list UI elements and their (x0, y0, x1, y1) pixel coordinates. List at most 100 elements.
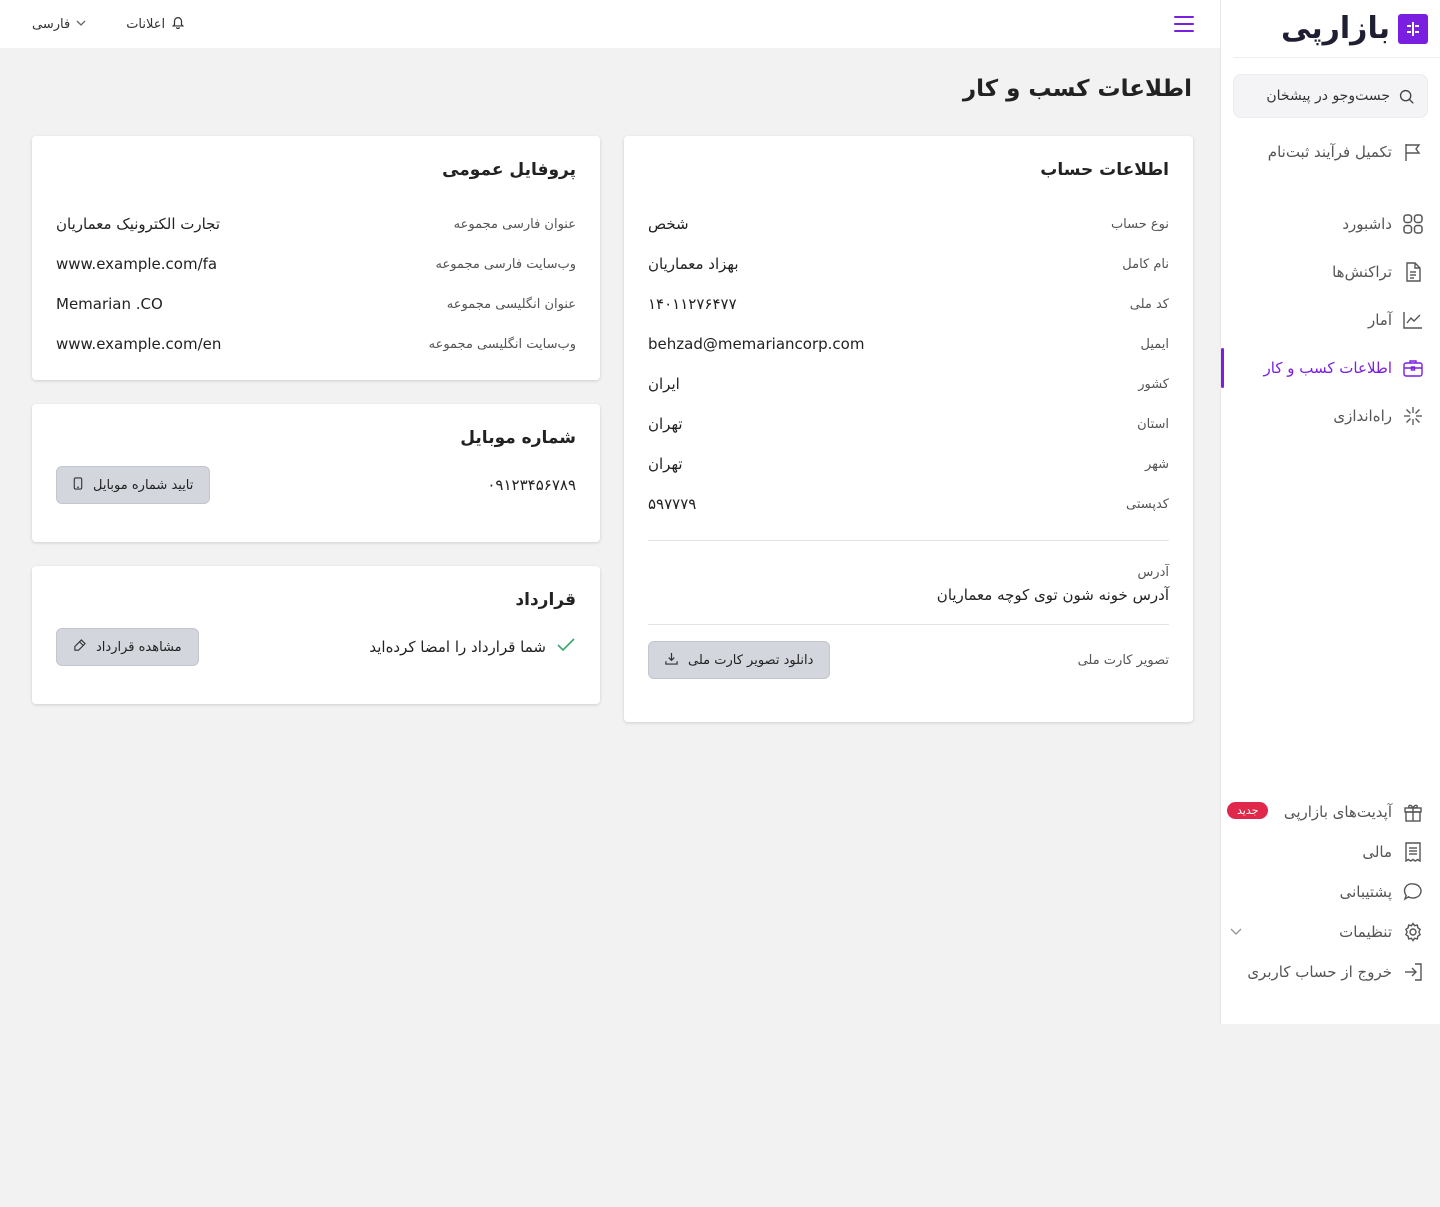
sidebar-item-transactions[interactable]: تراکنش‌ها (1221, 252, 1440, 292)
search-box[interactable] (1233, 74, 1428, 118)
sidebar-item-label: آمار (1367, 311, 1392, 329)
setup-icon (1402, 405, 1424, 427)
public-profile-card: پروفایل عمومی عنوان فارسی مجموعه تجارت ا… (32, 136, 600, 380)
logo[interactable]: بازارپی (1233, 0, 1440, 58)
verify-mobile-button[interactable]: تایید شماره موبایل (56, 466, 211, 504)
view-contract-label: مشاهده قرارداد (96, 639, 182, 655)
briefcase-icon (1402, 357, 1424, 379)
topbar-actions: اعلانات فارسی (32, 15, 185, 33)
info-row: عنوان فارسی مجموعه تجارت الکترونیک معمار… (56, 204, 576, 244)
sidebar-item-updates[interactable]: آپدیت‌های بازارپی جدید (1221, 792, 1440, 832)
language-label: فارسی (32, 16, 71, 32)
card-title: قرارداد (515, 590, 576, 610)
info-row: نوع حساب شخص (648, 204, 1169, 244)
row-value: behzad@memariancorp.com (648, 335, 865, 353)
card-title: پروفایل عمومی (442, 160, 576, 180)
info-row: کشور ایران (648, 364, 1169, 404)
brand-mark-icon (1398, 13, 1428, 44)
sidebar-item-dashboard[interactable]: داشبورد (1221, 204, 1440, 244)
grid-icon (1402, 213, 1424, 235)
document-icon (1402, 261, 1424, 283)
id-card-row: تصویر کارت ملی دانلود تصویر کارت ملی (648, 641, 1169, 679)
row-value: ۱۴۰۱۱۲۷۶۴۷۷ (648, 295, 737, 313)
row-label: نام کامل (1122, 256, 1169, 272)
address-label: آدرس (1137, 565, 1169, 580)
chart-icon (1402, 309, 1424, 331)
sidebar-item-label: مالی (1362, 843, 1392, 861)
info-row: نام کامل بهزاد معماریان (648, 244, 1169, 284)
sidebar-item-business-info[interactable]: اطلاعات کسب و کار (1221, 348, 1440, 388)
row-value: شخص (648, 215, 689, 233)
gift-icon (1402, 801, 1424, 823)
mobile-row: ۰۹۱۲۳۴۵۶۷۸۹ تایید شماره موبایل (56, 466, 576, 504)
sidebar-item-stats[interactable]: آمار (1221, 300, 1440, 340)
new-badge: جدید (1227, 802, 1269, 819)
row-label: کد ملی (1129, 296, 1169, 312)
sidebar-item-settings[interactable]: تنظیمات (1221, 912, 1440, 952)
search-icon (1398, 87, 1415, 105)
row-value: تجارت الکترونیک معماریان (56, 215, 221, 233)
sidebar: بازارپی تکمیل فرآیند ثبت‌نام داشبورد ترا… (1220, 0, 1440, 1024)
sidebar-item-finance[interactable]: مالی (1221, 832, 1440, 872)
notifications-label: اعلانات (126, 16, 166, 32)
contract-card: قرارداد شما قرارداد را امضا کرده‌اید مشا… (32, 566, 600, 704)
chevron-down-icon[interactable] (1229, 924, 1243, 942)
info-row: وب‌سایت انگلیسی مجموعه www.example.com/e… (56, 324, 576, 364)
check-icon (556, 637, 576, 657)
chevron-down-icon (76, 17, 86, 32)
notifications-button[interactable]: اعلانات (126, 15, 185, 33)
sidebar-item-label: اطلاعات کسب و کار (1263, 359, 1392, 377)
view-contract-button[interactable]: مشاهده قرارداد (56, 628, 199, 666)
info-row: ایمیل behzad@memariancorp.com (648, 324, 1169, 364)
info-row: استان تهران (648, 404, 1169, 444)
sidebar-item-label: خروج از حساب کاربری (1247, 963, 1392, 981)
sidebar-item-label: راه‌اندازی (1333, 407, 1392, 425)
phone-icon (73, 476, 83, 494)
download-button-label: دانلود تصویر کارت ملی (688, 652, 814, 668)
row-value: تهران (648, 415, 683, 433)
row-label: نوع حساب (1110, 216, 1169, 232)
row-label: عنوان انگلیسی مجموعه (446, 296, 576, 312)
sidebar-item-logout[interactable]: خروج از حساب کاربری (1221, 952, 1440, 992)
row-label: استان (1137, 416, 1169, 432)
divider (648, 624, 1169, 625)
bell-icon (171, 15, 185, 33)
sidebar-item-complete-registration[interactable]: تکمیل فرآیند ثبت‌نام (1221, 132, 1440, 172)
flag-icon (1402, 141, 1424, 163)
logout-icon (1402, 961, 1424, 983)
row-label: ایمیل (1140, 336, 1169, 352)
row-value: تهران (648, 455, 683, 473)
download-id-card-button[interactable]: دانلود تصویر کارت ملی (648, 641, 831, 679)
divider (648, 540, 1169, 541)
info-row: کد ملی ۱۴۰۱۱۲۷۶۴۷۷ (648, 284, 1169, 324)
id-card-label: تصویر کارت ملی (1077, 652, 1169, 668)
row-label: شهر (1144, 456, 1169, 472)
sidebar-item-label: تراکنش‌ها (1332, 263, 1392, 281)
contract-row: شما قرارداد را امضا کرده‌اید مشاهده قرار… (56, 628, 576, 666)
row-label: کشور (1138, 376, 1169, 392)
mobile-number: ۰۹۱۲۳۴۵۶۷۸۹ (487, 476, 576, 494)
page-title: اطلاعات کسب و کار (962, 76, 1192, 102)
mobile-card: شماره موبایل ۰۹۱۲۳۴۵۶۷۸۹ تایید شماره موب… (32, 404, 600, 542)
search-input[interactable] (1240, 88, 1390, 104)
sidebar-item-support[interactable]: پشتیبانی (1221, 872, 1440, 912)
gear-icon (1402, 921, 1424, 943)
info-row: عنوان انگلیسی مجموعه Memarian .CO (56, 284, 576, 324)
row-value: بهزاد معماریان (648, 255, 739, 273)
chat-icon (1402, 881, 1424, 903)
row-value: ایران (648, 375, 680, 393)
row-value: Memarian .CO (56, 295, 163, 313)
sidebar-item-setup[interactable]: راه‌اندازی (1221, 396, 1440, 436)
sidebar-item-label: آپدیت‌های بازارپی (1283, 803, 1392, 821)
menu-toggle-icon[interactable] (1172, 12, 1196, 36)
contract-status-text: شما قرارداد را امضا کرده‌اید (369, 638, 546, 656)
receipt-icon (1402, 841, 1424, 863)
sidebar-item-label: تکمیل فرآیند ثبت‌نام (1267, 143, 1392, 161)
sidebar-item-label: تنظیمات (1339, 923, 1392, 941)
topbar: اعلانات فارسی (0, 0, 1220, 48)
row-label: کدپستی (1126, 496, 1169, 512)
row-label: عنوان فارسی مجموعه (453, 216, 576, 232)
row-value: ۵۹۷۷۷۹ (648, 495, 697, 513)
language-select[interactable]: فارسی (32, 17, 86, 32)
card-title: اطلاعات حساب (1040, 160, 1169, 180)
